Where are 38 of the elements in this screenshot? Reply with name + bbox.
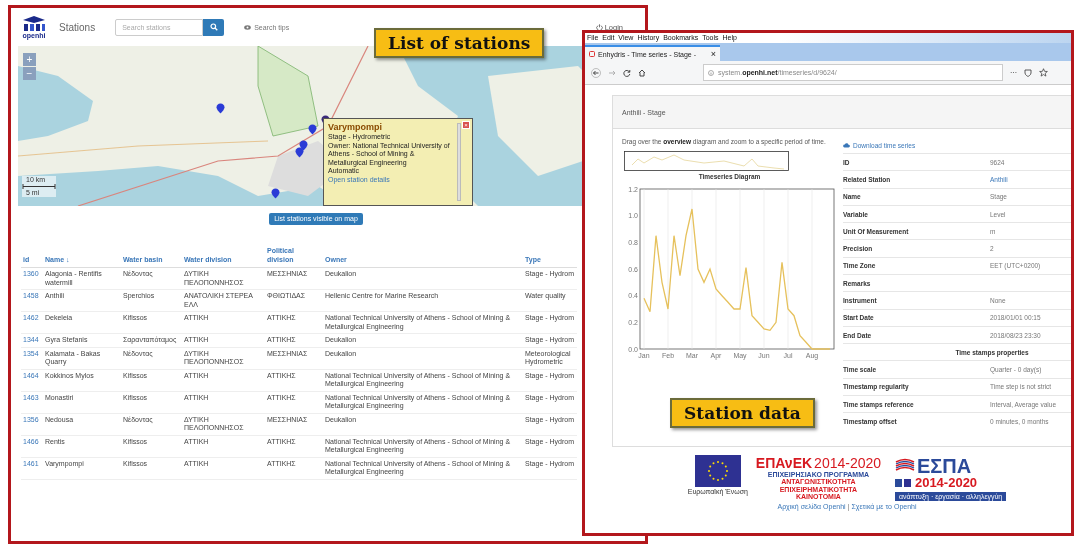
map-marker-icon[interactable]	[216, 103, 225, 114]
flags-icon	[894, 478, 911, 487]
epanek-title: ΕΠΑνΕΚ2014-2020	[755, 455, 882, 471]
home-button[interactable]	[638, 68, 646, 77]
espa-years: 2014-2020	[914, 475, 978, 490]
map-marker-icon[interactable]	[295, 147, 304, 158]
popup-scrollbar[interactable]	[457, 123, 461, 201]
scale-bar-icon	[22, 184, 56, 189]
zoom-out-button[interactable]: −	[23, 67, 36, 80]
zoom-in-button[interactable]: +	[23, 53, 36, 66]
search-icon	[209, 23, 218, 31]
eye-icon	[244, 24, 252, 30]
cloud-icon	[843, 142, 850, 148]
map-marker-icon[interactable]	[308, 124, 317, 135]
waves-icon	[894, 457, 915, 474]
callout-label: List of stations	[374, 28, 545, 58]
forward-arrow-icon	[608, 68, 616, 77]
back-arrow-icon	[591, 67, 601, 78]
search-button[interactable]	[203, 18, 225, 36]
close-tab-button[interactable]: ×	[710, 49, 716, 59]
callout-label: Station data	[670, 398, 815, 428]
nav-title[interactable]: Stations	[59, 21, 96, 33]
map-marker-icon[interactable]	[299, 140, 308, 151]
popup-title: Varympompi	[328, 122, 384, 132]
reload-icon	[623, 68, 631, 77]
eu-flag-icon	[694, 455, 741, 487]
home-icon	[638, 68, 646, 77]
espa-title: ΕΣΠΑ	[916, 455, 972, 476]
page-icon	[589, 51, 595, 57]
overview-chart[interactable]	[624, 151, 789, 171]
logo-icon	[21, 15, 47, 32]
back-button[interactable]	[591, 67, 601, 78]
map-marker-icon[interactable]	[271, 188, 280, 199]
power-icon	[595, 23, 603, 31]
shield-icon[interactable]	[1024, 68, 1032, 77]
reload-button[interactable]	[623, 68, 631, 77]
info-icon	[708, 69, 714, 76]
star-icon[interactable]	[1039, 68, 1048, 77]
